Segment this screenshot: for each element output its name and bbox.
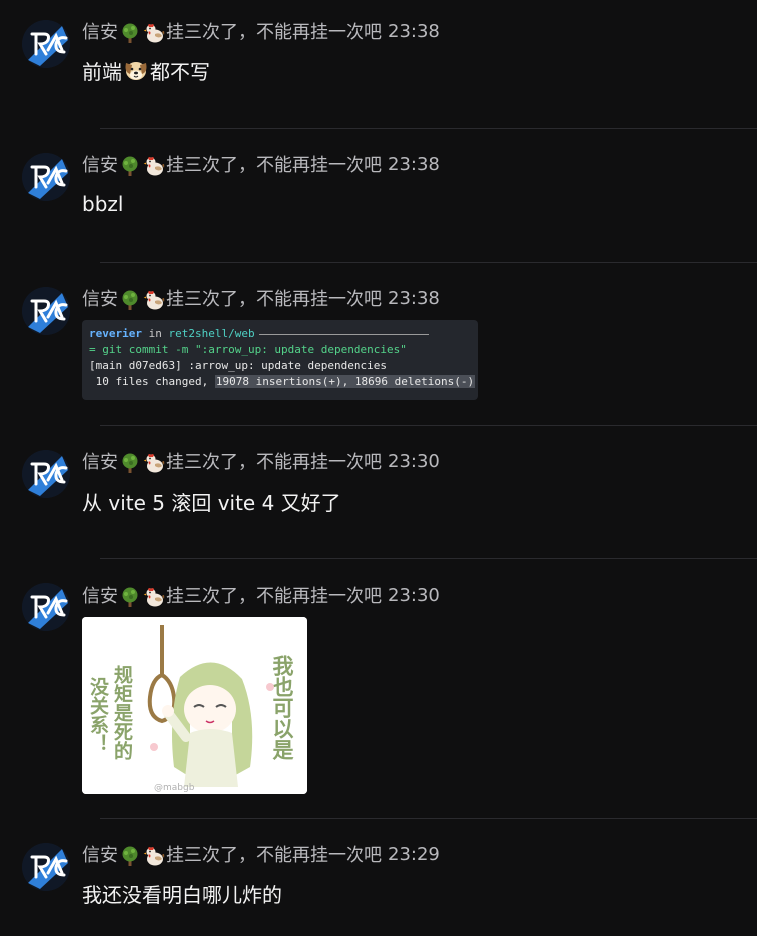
avatar[interactable] bbox=[22, 153, 70, 201]
sender-name[interactable]: 信安 挂三次了，不能再挂一次吧 bbox=[82, 151, 382, 177]
terminal-command-line: = git commit -m ":arrow_up: update depen… bbox=[89, 343, 407, 356]
sticker-text-left-2: 没关系！ bbox=[87, 677, 109, 753]
message-text: bbzl bbox=[82, 192, 124, 216]
divider bbox=[100, 558, 757, 559]
message-header: 信安 挂三次了，不能再挂一次吧 23:38 bbox=[82, 18, 440, 44]
avatar[interactable] bbox=[22, 843, 70, 891]
sender-name[interactable]: 信安 挂三次了，不能再挂一次吧 bbox=[82, 582, 382, 608]
sticker-art: 规矩是死的 没关系！ 我也可以是 @mabgb bbox=[82, 617, 307, 794]
timestamp: 23:30 bbox=[388, 584, 440, 606]
avatar[interactable] bbox=[22, 583, 70, 631]
timestamp: 23:38 bbox=[388, 153, 440, 175]
message-header: 信安 挂三次了，不能再挂一次吧 23:29 bbox=[82, 841, 440, 867]
message-text: 从 vite 5 滚回 vite 4 又好了 bbox=[82, 490, 341, 515]
tree-icon bbox=[119, 22, 141, 44]
message-text: 前端 都不写 bbox=[82, 56, 210, 84]
sticker-text-right: 我也可以是 bbox=[270, 655, 294, 761]
divider bbox=[100, 425, 757, 426]
tree-icon bbox=[119, 155, 141, 177]
divider bbox=[100, 262, 757, 263]
terminal-prompt-line: reverier in ret2shell/web bbox=[89, 326, 471, 342]
divider bbox=[100, 818, 757, 819]
avatar[interactable] bbox=[22, 450, 70, 498]
sender-name[interactable]: 信安 挂三次了，不能再挂一次吧 bbox=[82, 841, 382, 867]
terminal-output-line: [main d07ed63] :arrow_up: update depende… bbox=[89, 359, 388, 372]
terminal-output-line: 10 files changed, 19078 insertions(+), 1… bbox=[89, 375, 476, 388]
chicken-icon bbox=[143, 289, 165, 311]
message-header: 信安 挂三次了，不能再挂一次吧 23:30 bbox=[82, 582, 440, 608]
terminal-screenshot[interactable]: reverier in ret2shell/web = git commit -… bbox=[82, 320, 478, 400]
chicken-icon bbox=[143, 452, 165, 474]
tree-icon bbox=[119, 289, 141, 311]
message-text: 我还没看明白哪儿炸的 bbox=[82, 882, 282, 907]
timestamp: 23:29 bbox=[388, 843, 440, 865]
tree-icon bbox=[119, 586, 141, 608]
terminal-rule bbox=[258, 333, 429, 335]
tree-icon bbox=[119, 845, 141, 867]
sender-name[interactable]: 信安 挂三次了，不能再挂一次吧 bbox=[82, 285, 382, 311]
divider bbox=[100, 128, 757, 129]
dog-face-icon bbox=[123, 57, 149, 83]
sender-name[interactable]: 信安 挂三次了，不能再挂一次吧 bbox=[82, 18, 382, 44]
chicken-icon bbox=[143, 845, 165, 867]
timestamp: 23:38 bbox=[388, 20, 440, 42]
tree-icon bbox=[119, 452, 141, 474]
timestamp: 23:30 bbox=[388, 450, 440, 472]
avatar[interactable] bbox=[22, 20, 70, 68]
timestamp: 23:38 bbox=[388, 287, 440, 309]
message-header: 信安 挂三次了，不能再挂一次吧 23:38 bbox=[82, 285, 440, 311]
message-header: 信安 挂三次了，不能再挂一次吧 23:38 bbox=[82, 151, 440, 177]
avatar[interactable] bbox=[22, 287, 70, 335]
message-header: 信安 挂三次了，不能再挂一次吧 23:30 bbox=[82, 448, 440, 474]
sender-name[interactable]: 信安 挂三次了，不能再挂一次吧 bbox=[82, 448, 382, 474]
message-feed: 信安 挂三次了，不能再挂一次吧 23:38 前端 都不写 信安 挂三次了，不能再挂一… bbox=[0, 0, 757, 936]
chicken-icon bbox=[143, 586, 165, 608]
chicken-icon bbox=[143, 22, 165, 44]
chicken-icon bbox=[143, 155, 165, 177]
sticker-image[interactable]: 规矩是死的 没关系！ 我也可以是 @mabgb bbox=[82, 617, 307, 794]
sticker-text-left-1: 规矩是死的 bbox=[111, 664, 133, 760]
sticker-watermark: @mabgb bbox=[154, 783, 195, 793]
